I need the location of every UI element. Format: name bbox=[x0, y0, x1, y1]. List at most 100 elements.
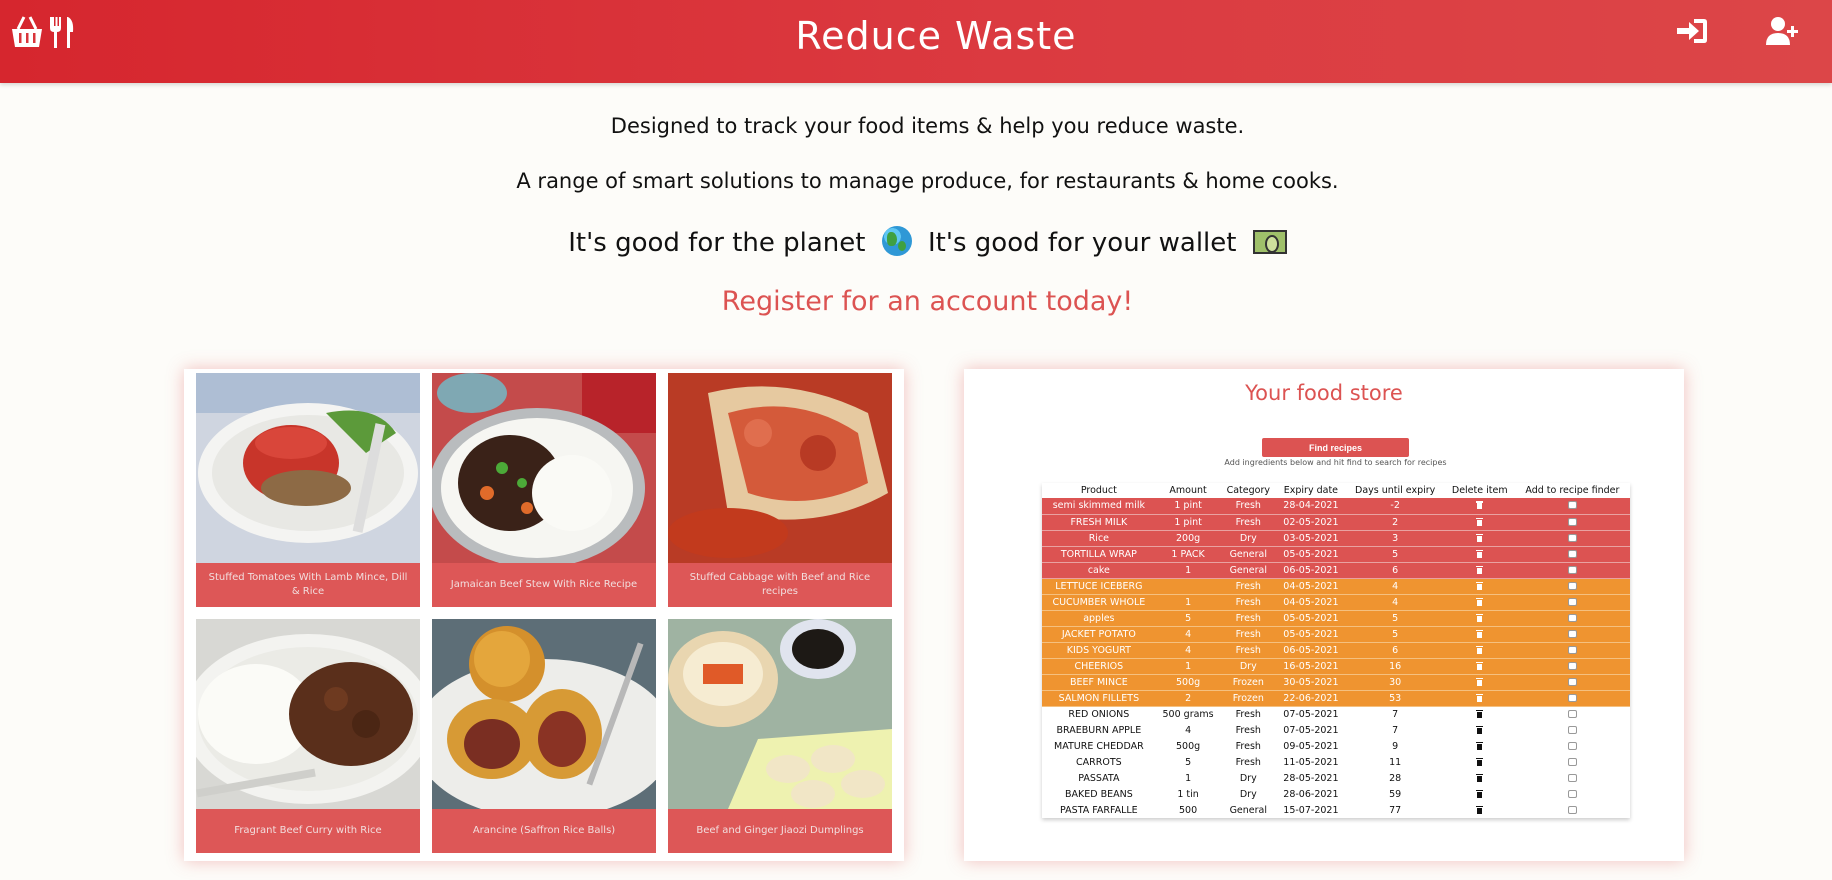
table-row: RED ONIONS 500 grams Fresh 07-05-2021 7 bbox=[1042, 706, 1630, 722]
add-to-finder-checkbox[interactable] bbox=[1567, 693, 1577, 702]
add-to-finder-cell bbox=[1514, 610, 1630, 627]
add-to-finder-checkbox[interactable] bbox=[1567, 773, 1577, 782]
trash-icon[interactable] bbox=[1476, 773, 1484, 782]
amount-cell: 1 bbox=[1155, 594, 1221, 611]
add-to-finder-checkbox[interactable] bbox=[1567, 613, 1577, 622]
add-to-finder-cell bbox=[1514, 642, 1630, 659]
category-cell: General bbox=[1220, 562, 1277, 579]
trash-icon[interactable] bbox=[1476, 709, 1484, 718]
amount-cell: 1 tin bbox=[1155, 786, 1221, 802]
trash-icon[interactable] bbox=[1476, 501, 1484, 510]
trash-icon[interactable] bbox=[1476, 645, 1484, 654]
add-to-finder-checkbox[interactable] bbox=[1567, 757, 1577, 766]
delete-cell bbox=[1444, 642, 1515, 659]
trash-icon[interactable] bbox=[1476, 677, 1484, 686]
recipe-card[interactable]: Stuffed Cabbage with Beef and Rice recip… bbox=[668, 373, 892, 607]
table-row: CHEERIOS 1 Dry 16-05-2021 16 bbox=[1042, 658, 1630, 675]
add-to-finder-checkbox[interactable] bbox=[1567, 741, 1577, 750]
find-recipes-button[interactable]: Find recipes bbox=[1262, 438, 1409, 457]
recipe-card[interactable]: Fragrant Beef Curry with Rice bbox=[196, 619, 420, 853]
delete-cell bbox=[1444, 802, 1515, 818]
table-row: CUCUMBER WHOLE 1 Fresh 04-05-2021 4 bbox=[1042, 594, 1630, 611]
add-to-finder-cell bbox=[1514, 786, 1630, 802]
recipe-card[interactable]: Jamaican Beef Stew With Rice Recipe bbox=[432, 373, 656, 607]
trash-icon[interactable] bbox=[1476, 725, 1484, 734]
days-cell: 4 bbox=[1345, 594, 1445, 611]
recipe-title: Fragrant Beef Curry with Rice bbox=[196, 809, 420, 853]
col-days-until-expiry: Days until expiry bbox=[1345, 483, 1445, 498]
trash-icon[interactable] bbox=[1476, 789, 1484, 798]
table-row: LETTUCE ICEBERG Fresh 04-05-2021 4 bbox=[1042, 578, 1630, 595]
sign-in-icon[interactable] bbox=[1675, 16, 1709, 46]
add-to-finder-checkbox[interactable] bbox=[1567, 581, 1577, 590]
expiry-cell: 05-05-2021 bbox=[1276, 610, 1346, 627]
days-cell: 2 bbox=[1345, 514, 1445, 531]
expiry-cell: 28-05-2021 bbox=[1276, 770, 1346, 786]
find-recipes-hint: Add ingredients below and hit find to se… bbox=[1224, 458, 1447, 467]
days-cell: 6 bbox=[1345, 562, 1445, 579]
trash-icon[interactable] bbox=[1476, 549, 1484, 558]
add-to-finder-checkbox[interactable] bbox=[1567, 629, 1577, 638]
add-to-finder-checkbox[interactable] bbox=[1567, 677, 1577, 686]
trash-icon[interactable] bbox=[1476, 661, 1484, 670]
trash-icon[interactable] bbox=[1476, 581, 1484, 590]
top-nav-bar: Reduce Waste bbox=[0, 0, 1832, 83]
expiry-cell: 28-04-2021 bbox=[1276, 498, 1346, 515]
category-cell: Frozen bbox=[1220, 690, 1277, 707]
trash-icon[interactable] bbox=[1476, 741, 1484, 750]
delete-cell bbox=[1444, 562, 1515, 579]
add-to-finder-checkbox[interactable] bbox=[1567, 517, 1577, 526]
recipe-card[interactable]: Arancine (Saffron Rice Balls) bbox=[432, 619, 656, 853]
trash-icon[interactable] bbox=[1476, 613, 1484, 622]
add-to-finder-checkbox[interactable] bbox=[1567, 661, 1577, 670]
product-cell: FRESH MILK bbox=[1042, 514, 1156, 531]
amount-cell: 4 bbox=[1155, 722, 1221, 738]
col-expiry: Expiry date bbox=[1276, 483, 1346, 498]
delete-cell bbox=[1444, 578, 1515, 595]
add-to-finder-checkbox[interactable] bbox=[1567, 549, 1577, 558]
add-to-finder-checkbox[interactable] bbox=[1567, 501, 1577, 510]
days-cell: -2 bbox=[1345, 498, 1445, 515]
delete-cell bbox=[1444, 626, 1515, 643]
add-to-finder-checkbox[interactable] bbox=[1567, 789, 1577, 798]
add-to-finder-checkbox[interactable] bbox=[1567, 533, 1577, 542]
expiry-cell: 07-05-2021 bbox=[1276, 722, 1346, 738]
intro-line-3: It's good for the planet It's good for y… bbox=[0, 226, 1832, 258]
category-cell: Fresh bbox=[1220, 722, 1277, 738]
amount-cell: 500 grams bbox=[1155, 706, 1221, 722]
recipe-card[interactable]: Stuffed Tomatoes With Lamb Mince, Dill &… bbox=[196, 373, 420, 607]
add-to-finder-checkbox[interactable] bbox=[1567, 565, 1577, 574]
category-cell: Frozen bbox=[1220, 674, 1277, 691]
category-cell: Dry bbox=[1220, 786, 1277, 802]
product-cell: MATURE CHEDDAR bbox=[1042, 738, 1156, 754]
trash-icon[interactable] bbox=[1476, 693, 1484, 702]
user-plus-icon[interactable] bbox=[1765, 16, 1799, 46]
add-to-finder-checkbox[interactable] bbox=[1567, 805, 1577, 814]
add-to-finder-checkbox[interactable] bbox=[1567, 725, 1577, 734]
app-title: Reduce Waste bbox=[795, 14, 1077, 58]
wallet-text: It's good for your wallet bbox=[927, 228, 1237, 258]
add-to-finder-cell bbox=[1514, 706, 1630, 722]
trash-icon[interactable] bbox=[1476, 629, 1484, 638]
add-to-finder-checkbox[interactable] bbox=[1567, 709, 1577, 718]
delete-cell bbox=[1444, 738, 1515, 754]
add-to-finder-checkbox[interactable] bbox=[1567, 597, 1577, 606]
trash-icon[interactable] bbox=[1476, 597, 1484, 606]
trash-icon[interactable] bbox=[1476, 517, 1484, 526]
add-to-finder-cell bbox=[1514, 738, 1630, 754]
days-cell: 5 bbox=[1345, 546, 1445, 563]
trash-icon[interactable] bbox=[1476, 533, 1484, 542]
delete-cell bbox=[1444, 770, 1515, 786]
trash-icon[interactable] bbox=[1476, 565, 1484, 574]
recipe-card[interactable]: Beef and Ginger Jiaozi Dumplings bbox=[668, 619, 892, 853]
trash-icon[interactable] bbox=[1476, 757, 1484, 766]
trash-icon[interactable] bbox=[1476, 805, 1484, 814]
days-cell: 9 bbox=[1345, 738, 1445, 754]
expiry-cell: 03-05-2021 bbox=[1276, 530, 1346, 547]
col-product: Product bbox=[1042, 483, 1156, 498]
product-cell: KIDS YOGURT bbox=[1042, 642, 1156, 659]
amount-cell: 500g bbox=[1155, 738, 1221, 754]
register-cta-link[interactable]: Register for an account today! bbox=[0, 286, 1832, 317]
add-to-finder-checkbox[interactable] bbox=[1567, 645, 1577, 654]
amount-cell: 5 bbox=[1155, 754, 1221, 770]
